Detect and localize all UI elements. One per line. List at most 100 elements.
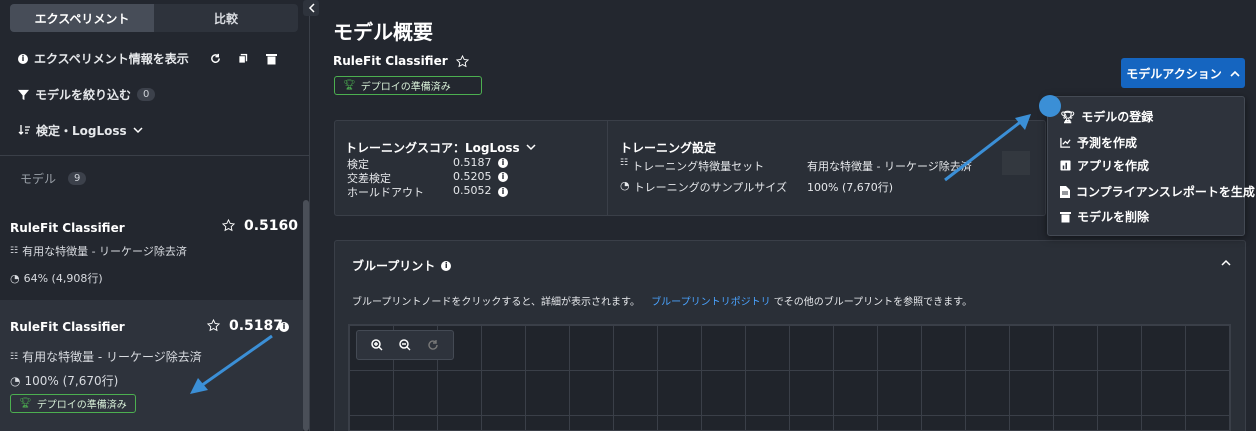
- model-title-row: RuleFit Classifier: [333, 54, 469, 68]
- info-icon[interactable]: i: [279, 322, 289, 332]
- training-score-title[interactable]: トレーニングスコア：LogLoss: [345, 139, 536, 156]
- collapse-sidebar-button[interactable]: [303, 0, 319, 16]
- show-experiment-info-row[interactable]: i エクスペリメント情報を表示: [18, 50, 279, 67]
- model-card[interactable]: RuleFit Classifier 0.5160 ☷ 有用な特徴量 - リーケ…: [0, 205, 303, 297]
- blueprint-title-row: ブループリント i: [352, 257, 452, 274]
- trophy-icon: 🏆︎: [343, 80, 356, 91]
- pie-icon: ◔: [10, 271, 20, 285]
- sample-text: 100% (7,670行): [24, 374, 119, 388]
- zoom-out-icon[interactable]: [399, 339, 411, 351]
- model-card-name: RuleFit Classifier: [10, 320, 125, 334]
- annotation-arrow: [944, 95, 1061, 182]
- filter-models-row[interactable]: モデルを絞り込む 0: [18, 86, 156, 103]
- menu-item-label: モデルの登録: [1081, 110, 1154, 124]
- divider: [0, 155, 310, 156]
- pie-icon: ◔: [620, 179, 630, 192]
- blueprint-desc-text: ブループリントノードをクリックすると、詳細が表示されます。: [352, 297, 640, 308]
- info-icon[interactable]: i: [441, 260, 452, 271]
- score-value-holdout: 0.5052: [453, 184, 492, 197]
- model-actions-menu: 🏆︎ モデルの登録 予測を作成 アプリを作成 コンプライアンスレポートを生成 モ…: [1047, 96, 1255, 236]
- menu-item-label: 予測を作成: [1077, 136, 1138, 150]
- blueprint-description: ブループリントノードをクリックすると、詳細が表示されます。 ブループリントリポジ…: [352, 293, 972, 308]
- info-icon: i: [18, 53, 28, 64]
- pie-icon: ◔: [10, 373, 21, 388]
- zoom-in-icon[interactable]: [371, 339, 383, 351]
- info-icon[interactable]: i: [498, 187, 508, 197]
- filter-icon: [18, 89, 29, 100]
- chevron-down-icon: [133, 127, 143, 134]
- badge-text: デプロイの準備済み: [360, 82, 451, 93]
- training-score-label: トレーニングスコア：LogLoss: [345, 141, 520, 155]
- score-label-holdout: ホールドアウト: [347, 186, 424, 199]
- models-header: モデル 9: [20, 170, 87, 187]
- filter-label: モデルを絞り込む: [35, 88, 132, 102]
- copy-icon[interactable]: [237, 52, 251, 66]
- blueprint-canvas[interactable]: [348, 324, 1231, 431]
- chevron-up-icon: [1230, 70, 1240, 77]
- menu-item-register-model[interactable]: 🏆︎ モデルの登録: [1060, 108, 1153, 125]
- score-value-cv: 0.5205: [453, 170, 492, 183]
- model-actions-button[interactable]: モデルアクション: [1121, 58, 1245, 88]
- zoom-toolbar: [356, 330, 454, 360]
- trophy-icon: 🏆︎: [19, 398, 32, 409]
- menu-item-delete-model[interactable]: モデルを削除: [1060, 208, 1149, 225]
- chevron-down-icon: [526, 144, 536, 151]
- models-count-badge: 9: [68, 172, 87, 185]
- model-card-features: ☷ 有用な特徴量 - リーケージ除去済: [10, 348, 202, 365]
- models-label: モデル: [20, 172, 57, 186]
- feature-set-label: トレーニング特徴量セット: [632, 160, 765, 173]
- show-info-label: エクスペリメント情報を表示: [34, 52, 189, 66]
- deploy-ready-badge: 🏆︎ デプロイの準備済み: [10, 394, 136, 413]
- score-value-validation: 0.5187: [453, 156, 492, 169]
- star-icon[interactable]: [221, 218, 236, 235]
- sidebar-scrollbar[interactable]: [303, 200, 309, 431]
- sample-size-label: トレーニングのサンプルサイズ: [633, 181, 787, 194]
- divider: [607, 121, 608, 215]
- feature-set-row: ☷ トレーニング特徴量セット: [620, 158, 764, 174]
- trash-icon: [1060, 211, 1071, 222]
- menu-item-make-predictions[interactable]: 予測を作成: [1060, 134, 1137, 151]
- features-text: 有用な特徴量 - リーケージ除去済: [22, 350, 202, 364]
- sort-label: 検定・LogLoss: [36, 124, 127, 138]
- trash-icon[interactable]: [265, 52, 279, 66]
- menu-item-create-app[interactable]: アプリを作成: [1060, 157, 1149, 174]
- model-card-sample: ◔ 64% (4,908行): [10, 270, 103, 286]
- menu-item-label: アプリを作成: [1077, 159, 1150, 173]
- reset-icon[interactable]: [427, 339, 439, 351]
- tab-experiment[interactable]: エクスペリメント: [10, 4, 154, 32]
- sort-row[interactable]: 検定・LogLoss: [18, 122, 143, 139]
- list-icon: ☷: [10, 246, 19, 256]
- tab-compare[interactable]: 比較: [154, 4, 298, 32]
- model-card-score: 0.5160: [244, 218, 299, 234]
- model-card-features: ☷ 有用な特徴量 - リーケージ除去済: [10, 243, 187, 259]
- blueprint-repository-link[interactable]: ブループリントリポジトリ: [651, 297, 770, 308]
- list-icon: ☷: [620, 158, 629, 168]
- menu-item-label: モデルを削除: [1077, 210, 1150, 224]
- refresh-icon[interactable]: [209, 52, 223, 66]
- badge-text: デプロイの準備済み: [36, 400, 127, 411]
- model-actions-label: モデルアクション: [1126, 66, 1222, 81]
- list-icon: ☷: [10, 351, 19, 362]
- chevron-up-icon[interactable]: [1221, 259, 1231, 266]
- info-icon[interactable]: i: [498, 158, 508, 168]
- model-card-name: RuleFit Classifier: [10, 221, 125, 235]
- training-settings-title: トレーニング設定: [620, 141, 717, 155]
- sidebar-tabs: エクスペリメント 比較: [10, 4, 298, 32]
- model-name: RuleFit Classifier: [333, 54, 448, 68]
- annotation-arrow: [190, 334, 273, 394]
- page-title: モデル概要: [333, 20, 433, 44]
- filter-count-badge: 0: [137, 88, 156, 101]
- deploy-ready-badge: 🏆︎ デプロイの準備済み: [334, 76, 482, 95]
- sample-size-row: ◔ トレーニングのサンプルサイズ: [620, 179, 787, 195]
- chevron-left-icon: [308, 3, 315, 13]
- blueprint-title: ブループリント: [352, 259, 436, 273]
- model-card-sample: ◔ 100% (7,670行): [10, 372, 118, 389]
- sample-size-value: 100% (7,670行): [807, 181, 894, 194]
- info-icon[interactable]: i: [498, 172, 508, 182]
- sample-text: 64% (4,908行): [23, 272, 103, 285]
- star-icon[interactable]: [455, 54, 469, 68]
- menu-item-compliance-report[interactable]: コンプライアンスレポートを生成: [1060, 183, 1255, 200]
- menu-item-label: コンプライアンスレポートを生成: [1076, 185, 1255, 199]
- blueprint-desc-text-2: でその他のブループリントを参照できます。: [773, 297, 973, 308]
- features-text: 有用な特徴量 - リーケージ除去済: [22, 245, 187, 258]
